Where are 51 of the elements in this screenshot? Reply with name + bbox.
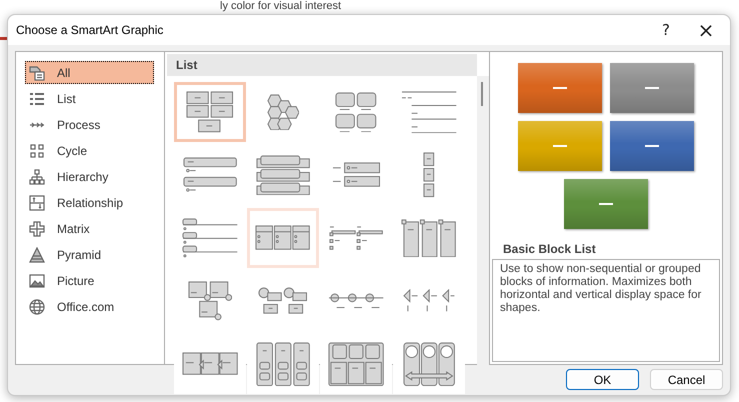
category-item[interactable]: Hierarchy bbox=[25, 165, 154, 188]
hexagons-drawing bbox=[266, 94, 300, 130]
column-cards-drawing bbox=[255, 225, 311, 251]
circle-line-drawing bbox=[328, 293, 384, 309]
bracket-list-drawing bbox=[332, 162, 380, 188]
column-stack-drawing bbox=[256, 342, 310, 386]
category-item[interactable]: List bbox=[25, 87, 154, 110]
block-grid-drawing bbox=[186, 91, 234, 133]
line-list-drawing bbox=[400, 90, 458, 134]
category-item[interactable]: Relationship bbox=[25, 191, 154, 214]
matrix-icon bbox=[29, 220, 45, 236]
category-item[interactable]: Office.com bbox=[25, 295, 154, 318]
tab-list-drawing bbox=[182, 218, 238, 258]
rounded-blocks-drawing bbox=[335, 92, 377, 132]
close-button[interactable]: × bbox=[686, 15, 726, 45]
relationship-icon bbox=[29, 194, 45, 210]
half-circles-drawing bbox=[402, 289, 456, 313]
picture-icon bbox=[29, 272, 45, 288]
pyramid-icon bbox=[29, 246, 45, 262]
globe-icon bbox=[29, 298, 45, 314]
hierarchy-icon bbox=[29, 168, 45, 184]
tall-columns-drawing bbox=[401, 218, 457, 258]
layout-description: Use to show non-sequential or grouped blocks of information. Maximizes both horizontal and vertical display space for shapes. bbox=[492, 259, 720, 362]
all-layouts-icon bbox=[29, 64, 45, 80]
category-item[interactable]: Pyramid bbox=[25, 243, 154, 266]
category-item[interactable]: Picture bbox=[25, 269, 154, 292]
layout-thumbnail[interactable] bbox=[247, 208, 319, 268]
category-item[interactable]: Process bbox=[25, 113, 154, 136]
bar-list-drawing bbox=[182, 157, 238, 193]
circle-captions-drawing bbox=[258, 287, 308, 315]
vertical-stack-drawing bbox=[423, 152, 435, 198]
picture-captions-drawing bbox=[188, 281, 232, 321]
gallery-heading: List bbox=[167, 54, 477, 76]
table-blocks-drawing bbox=[328, 342, 384, 386]
offset-bars-drawing bbox=[256, 154, 310, 196]
circle-columns-drawing bbox=[402, 342, 456, 386]
bullet-lines-drawing bbox=[328, 226, 384, 250]
help-button[interactable]: ? bbox=[646, 15, 686, 45]
slide-title: ly color for visual interest bbox=[220, 0, 342, 13]
window-title: Choose a SmartArt Graphic bbox=[16, 23, 164, 37]
ok-button[interactable]: OK bbox=[566, 369, 639, 390]
category-item[interactable]: Cycle bbox=[25, 139, 154, 162]
category-item[interactable]: All bbox=[25, 61, 154, 84]
list-icon bbox=[29, 90, 45, 106]
cycle-icon bbox=[29, 142, 45, 158]
layout-thumbnail[interactable] bbox=[174, 82, 246, 142]
scrollbar-thumb[interactable] bbox=[481, 82, 483, 106]
cancel-button[interactable]: Cancel bbox=[650, 369, 723, 390]
category-item[interactable]: Matrix bbox=[25, 217, 154, 240]
layout-title: Basic Block List bbox=[503, 242, 597, 256]
chevron-blocks-drawing bbox=[182, 352, 238, 376]
